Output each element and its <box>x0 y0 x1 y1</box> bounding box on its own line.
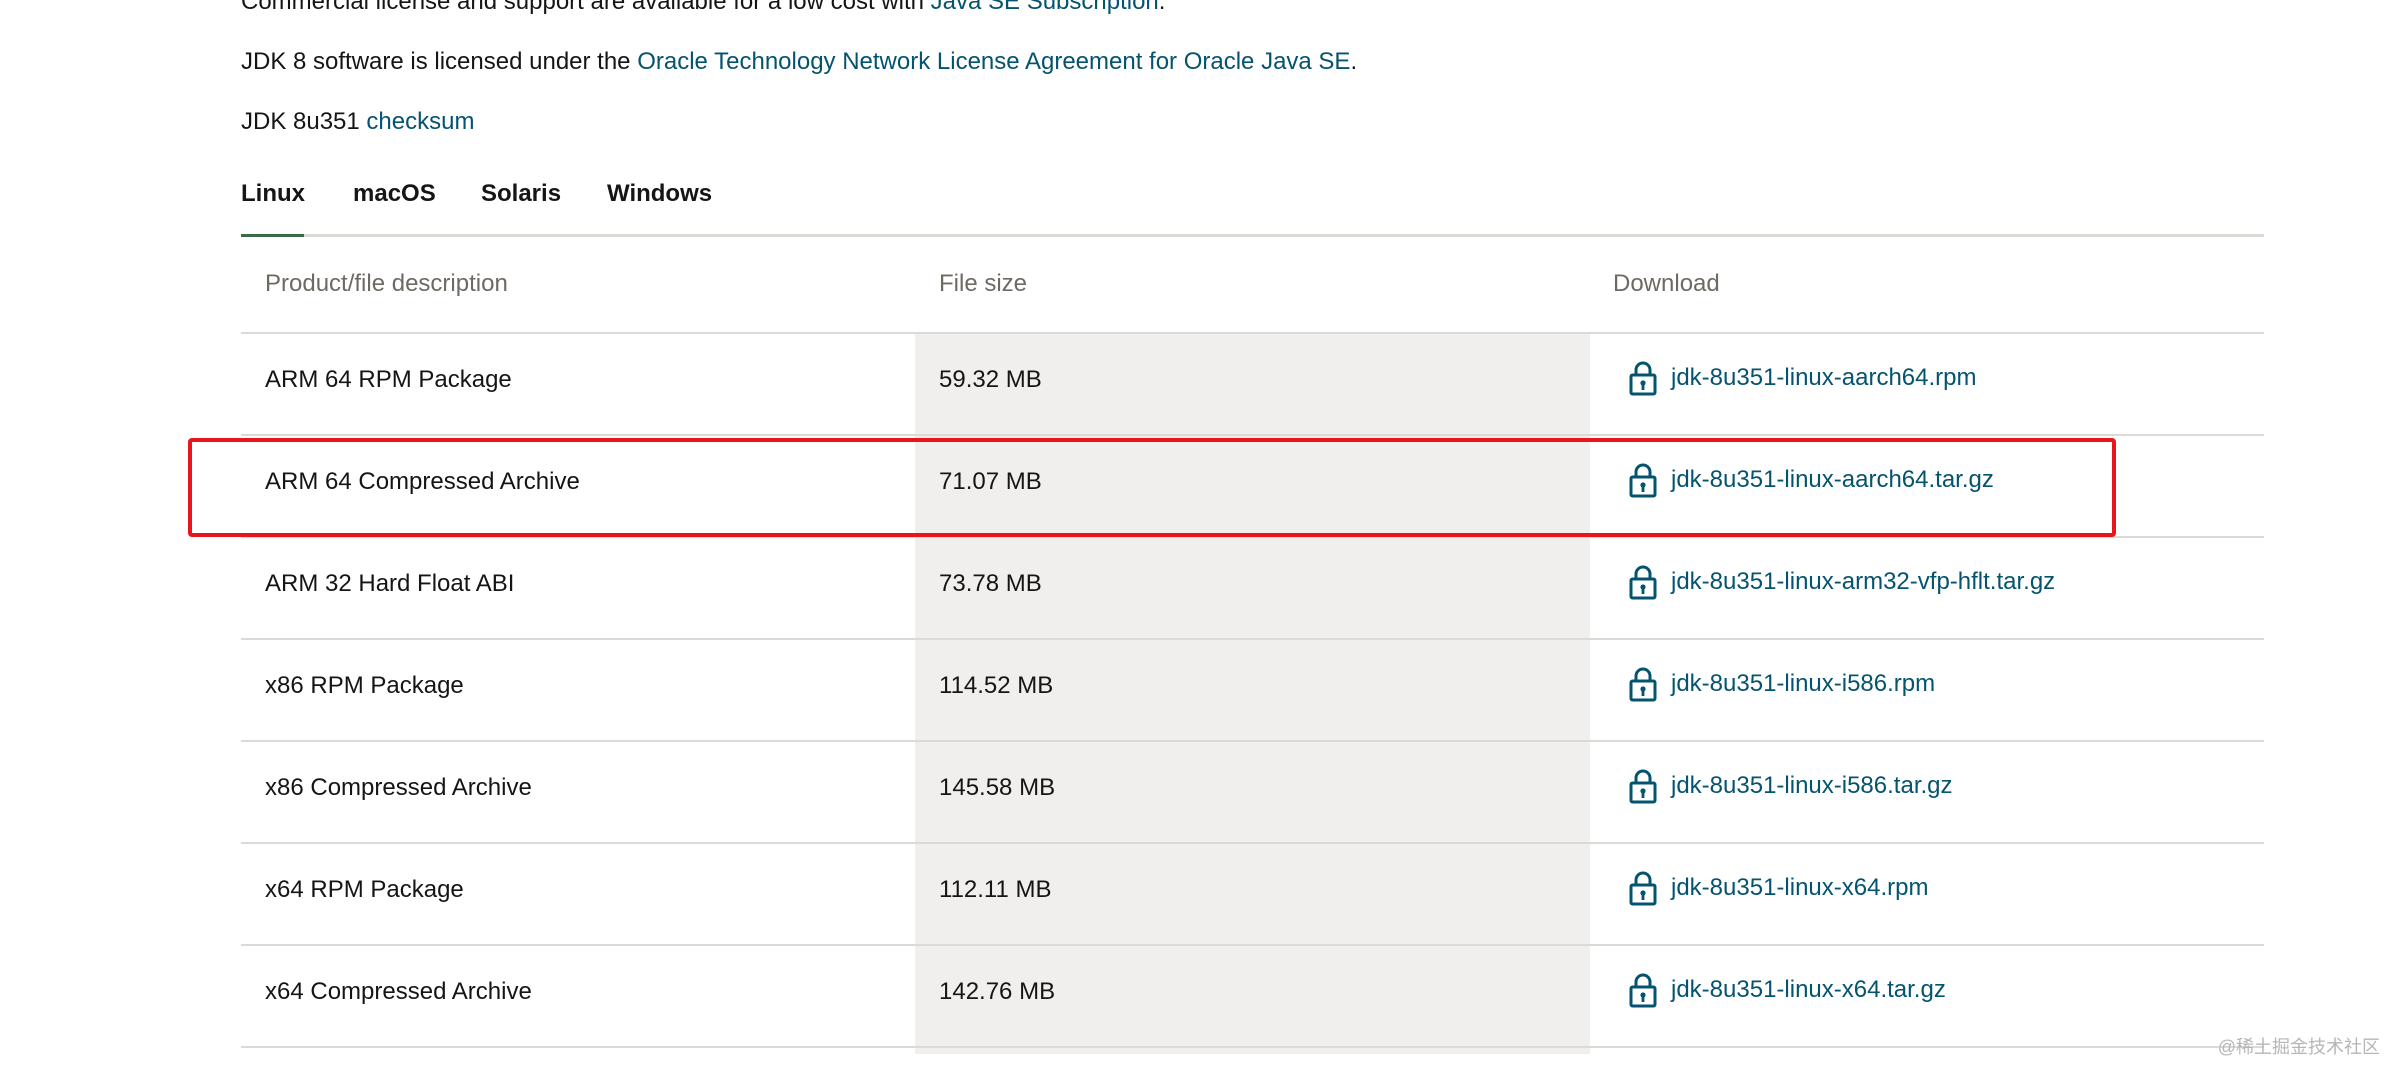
lock-icon <box>1627 972 1659 1008</box>
lock-icon <box>1627 360 1659 396</box>
row-description: ARM 64 Compressed Archive <box>265 468 580 495</box>
row-file-size: 59.32 MB <box>939 366 1042 393</box>
download-filename: jdk-8u351-linux-aarch64.rpm <box>1671 364 1977 391</box>
row-description: x64 RPM Package <box>265 876 464 903</box>
download-filename: jdk-8u351-linux-aarch64.tar.gz <box>1671 466 1994 493</box>
checksum-text: JDK 8u351 <box>241 108 367 135</box>
license-text: JDK 8 software is licensed under the <box>241 48 638 75</box>
license-period: . <box>1350 48 1358 75</box>
table-row: ARM 32 Hard Float ABI 73.78 MB jdk-8u351-l… <box>241 538 2264 640</box>
watermark: @稀土掘金技术社区 <box>2217 1037 2380 1057</box>
download-link[interactable]: jdk-8u351-linux-arm32-vfp-hflt.tar.gz <box>1627 564 2055 600</box>
header-file-size: File size <box>939 270 1028 297</box>
table-row: x86 RPM Package 114.52 MB jdk-8u351-linux-… <box>241 640 2264 742</box>
download-link[interactable]: jdk-8u351-linux-aarch64.rpm <box>1627 360 1976 396</box>
download-filename: jdk-8u351-linux-i586.tar.gz <box>1671 772 1953 799</box>
lock-icon <box>1627 768 1659 804</box>
row-file-size: 114.52 MB <box>939 672 1054 699</box>
header-description: Product/file description <box>265 270 508 297</box>
download-filename: jdk-8u351-linux-x64.tar.gz <box>1671 976 1946 1003</box>
lock-icon <box>1627 666 1659 702</box>
license-note: JDK 8 software is licensed under the Ora… <box>241 46 1357 78</box>
table-row: x86 Compressed Archive 145.58 MB jdk-8u351… <box>241 742 2264 844</box>
download-link[interactable]: jdk-8u351-linux-x64.tar.gz <box>1627 972 1946 1008</box>
row-file-size: 71.07 MB <box>939 468 1042 495</box>
row-description: ARM 32 Hard Float ABI <box>265 570 515 597</box>
subscription-note: Commercial license and support are avail… <box>241 0 1165 18</box>
checksum-note: JDK 8u351 checksum <box>241 106 474 138</box>
row-file-size: 142.76 MB <box>939 978 1056 1005</box>
table-row: ARM 64 Compressed Archive 71.07 MB jdk-8u3… <box>241 436 2264 538</box>
tab-solaris[interactable]: Solaris <box>481 174 561 214</box>
download-filename: jdk-8u351-linux-x64.rpm <box>1671 874 1929 901</box>
tab-windows[interactable]: Windows <box>607 174 712 214</box>
row-description: x86 Compressed Archive <box>265 774 532 801</box>
row-file-size: 73.78 MB <box>939 570 1042 597</box>
download-link[interactable]: jdk-8u351-linux-i586.tar.gz <box>1627 768 1953 804</box>
download-link[interactable]: jdk-8u351-linux-i586.rpm <box>1627 666 1935 702</box>
download-filename: jdk-8u351-linux-arm32-vfp-hflt.tar.gz <box>1671 568 2056 595</box>
row-file-size: 112.11 MB <box>939 876 1052 903</box>
download-link[interactable]: jdk-8u351-linux-aarch64.tar.gz <box>1627 462 1994 498</box>
table-header: Product/file description File size Downl… <box>241 234 2264 334</box>
table-row: ARM 64 RPM Package 59.32 MB jdk-8u351-linu… <box>241 334 2264 436</box>
subscription-text: Commercial license and support are avail… <box>241 0 931 15</box>
row-file-size: 145.58 MB <box>939 774 1056 801</box>
table-row: x64 Compressed Archive 142.76 MB jdk-8u351… <box>241 946 2264 1048</box>
java-se-subscription-link[interactable]: Java SE Subscription <box>931 0 1159 15</box>
subscription-period: . <box>1158 0 1166 15</box>
download-link[interactable]: jdk-8u351-linux-x64.rpm <box>1627 870 1928 906</box>
download-filename: jdk-8u351-linux-i586.rpm <box>1671 670 1936 697</box>
table-row: x64 RPM Package 112.11 MB jdk-8u351-linux-… <box>241 844 2264 946</box>
tab-macos[interactable]: macOS <box>353 174 436 214</box>
download-table: Product/file description File size Downl… <box>241 234 2264 1054</box>
checksum-link[interactable]: checksum <box>366 108 474 135</box>
lock-icon <box>1627 462 1659 498</box>
lock-icon <box>1627 564 1659 600</box>
header-download: Download <box>1613 270 1720 297</box>
lock-icon <box>1627 870 1659 906</box>
os-tabs: Linux macOS Solaris Windows <box>241 166 2264 237</box>
license-agreement-link[interactable]: Oracle Technology Network License Agreem… <box>637 48 1350 75</box>
row-description: ARM 64 RPM Package <box>265 366 512 393</box>
row-description: x86 RPM Package <box>265 672 464 699</box>
tab-linux[interactable]: Linux <box>241 174 305 214</box>
table-body: ARM 64 RPM Package 59.32 MB jdk-8u351-linu… <box>241 334 2264 1048</box>
row-description: x64 Compressed Archive <box>265 978 532 1005</box>
